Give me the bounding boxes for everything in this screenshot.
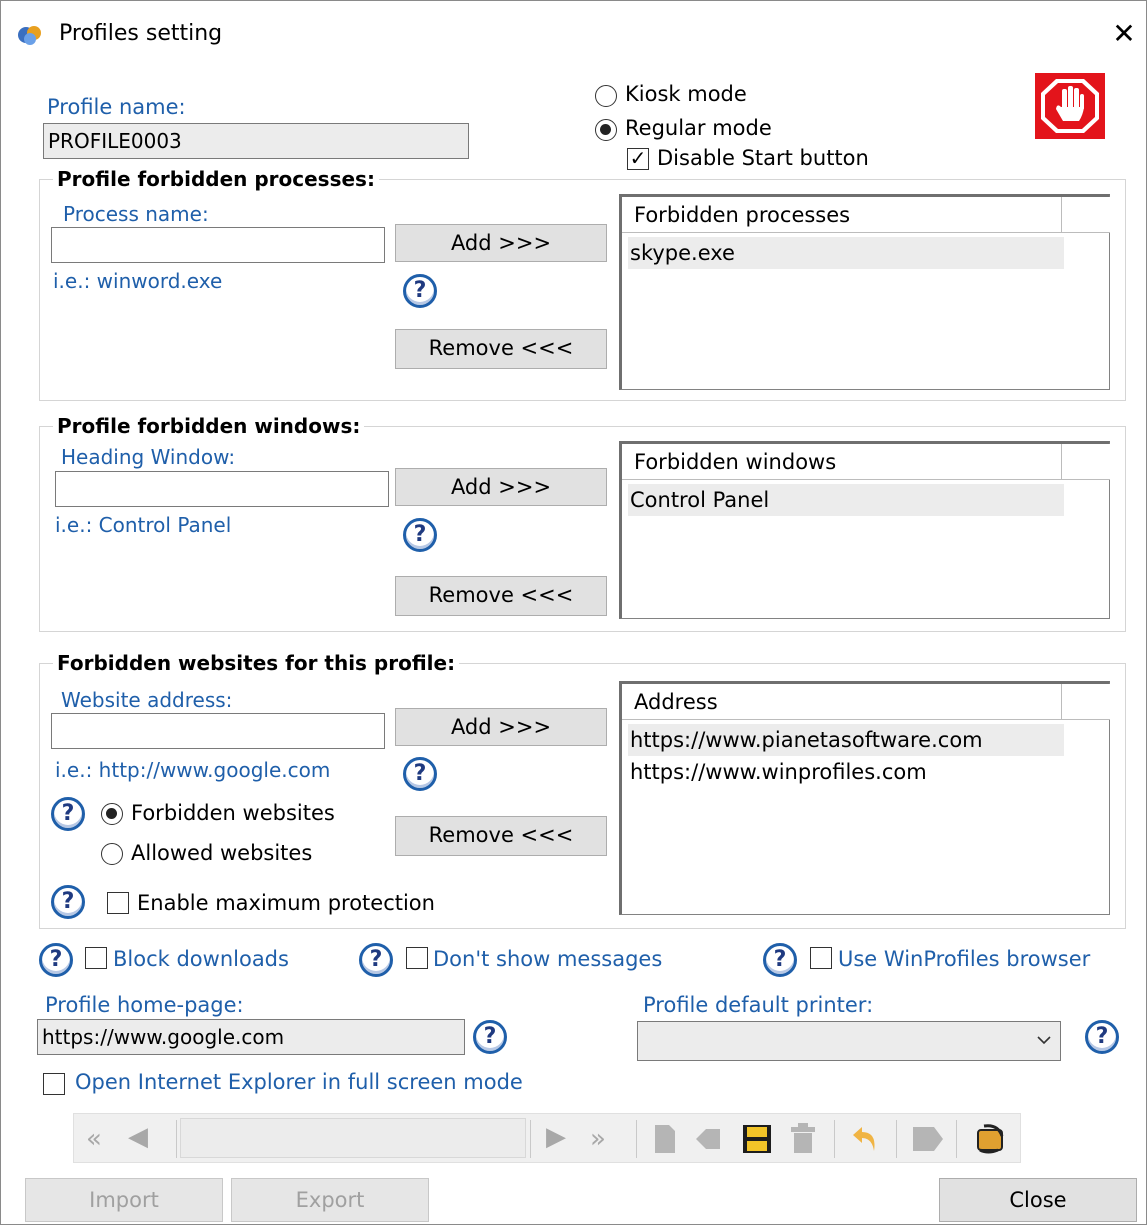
remove-window-button[interactable]: Remove <<< [395, 576, 607, 616]
list-item[interactable]: skype.exe [628, 237, 1064, 269]
process-example-text: i.e.: winword.exe [53, 269, 223, 293]
separator [834, 1120, 835, 1158]
list-header[interactable]: Address [622, 684, 1110, 720]
first-record-icon[interactable]: « [86, 1124, 102, 1154]
home-page-value: https://www.google.com [42, 1025, 285, 1049]
delete-record-icon[interactable] [790, 1122, 816, 1159]
max-protection-help-icon[interactable]: ? [51, 885, 85, 919]
add-process-button[interactable]: Add >>> [395, 224, 607, 262]
list-item[interactable]: https://www.winprofiles.com [628, 756, 1064, 788]
refresh-database-icon[interactable] [974, 1122, 1008, 1161]
website-address-label: Website address: [61, 688, 233, 712]
list-header-label: Forbidden windows [622, 444, 1062, 480]
record-navigator: « ◀ ▶ » [73, 1113, 1021, 1163]
window-title: Profiles setting [59, 21, 223, 46]
profiles-setting-dialog: Profiles setting ✕ Profile name: PROFILE… [0, 0, 1147, 1225]
printer-help-icon[interactable]: ? [1085, 1020, 1119, 1054]
websites-help-icon[interactable]: ? [403, 757, 437, 791]
heading-window-label: Heading Window: [61, 445, 236, 469]
edit-record-icon[interactable] [694, 1126, 722, 1157]
remove-process-button[interactable]: Remove <<< [395, 329, 607, 369]
home-page-field[interactable]: https://www.google.com [37, 1019, 465, 1055]
forbidden-websites-radio[interactable] [101, 803, 123, 825]
profile-name-value: PROFILE0003 [48, 129, 182, 153]
website-mode-help-icon[interactable]: ? [51, 797, 85, 831]
dont-show-messages-checkbox[interactable] [406, 947, 428, 969]
open-ie-fullscreen-label: Open Internet Explorer in full screen mo… [75, 1070, 523, 1094]
printer-label: Profile default printer: [643, 993, 874, 1017]
separator [896, 1120, 897, 1158]
regular-mode-radio[interactable] [595, 119, 617, 141]
website-example-text: i.e.: http://www.google.com [55, 758, 331, 782]
block-downloads-label: Block downloads [113, 947, 289, 971]
close-button[interactable]: Close [939, 1178, 1137, 1222]
profile-name-label: Profile name: [47, 95, 186, 119]
separator [956, 1120, 957, 1158]
printer-select[interactable] [637, 1021, 1061, 1061]
allowed-websites-label: Allowed websites [131, 841, 313, 865]
window-example-text: i.e.: Control Panel [55, 513, 232, 537]
use-browser-label: Use WinProfiles browser [838, 947, 1091, 971]
last-record-icon[interactable]: » [590, 1124, 606, 1154]
heading-window-input[interactable] [55, 471, 389, 507]
kiosk-mode-radio[interactable] [595, 85, 617, 107]
prev-record-icon[interactable]: ◀ [128, 1122, 148, 1152]
close-icon[interactable]: ✕ [1109, 19, 1139, 49]
process-name-label: Process name: [63, 202, 209, 226]
list-item[interactable]: Control Panel [628, 484, 1064, 516]
app-icon [17, 23, 43, 47]
use-browser-checkbox[interactable] [810, 947, 832, 969]
windows-group-title: Profile forbidden windows: [53, 414, 365, 438]
block-downloads-help-icon[interactable]: ? [39, 943, 73, 977]
chevron-down-icon[interactable] [1034, 1030, 1054, 1050]
processes-help-icon[interactable]: ? [403, 274, 437, 308]
disable-start-label: Disable Start button [657, 146, 869, 170]
kiosk-mode-label: Kiosk mode [625, 82, 747, 106]
undo-icon[interactable] [850, 1124, 880, 1159]
max-protection-label: Enable maximum protection [137, 891, 435, 915]
list-header[interactable]: Forbidden processes [622, 197, 1110, 233]
process-name-input[interactable] [51, 227, 385, 263]
max-protection-checkbox[interactable] [107, 892, 129, 914]
next-record-icon[interactable]: ▶ [546, 1122, 566, 1152]
processes-group-title: Profile forbidden processes: [53, 167, 379, 191]
dont-show-messages-help-icon[interactable]: ? [359, 943, 393, 977]
dont-show-messages-label: Don't show messages [433, 947, 663, 971]
post-record-icon[interactable] [912, 1126, 944, 1157]
list-header-label: Forbidden processes [622, 197, 1062, 233]
open-ie-fullscreen-checkbox[interactable] [43, 1073, 65, 1095]
regular-mode-label: Regular mode [625, 116, 772, 140]
list-header-label: Address [622, 684, 1062, 720]
stop-hand-icon [1035, 73, 1105, 139]
remove-website-button[interactable]: Remove <<< [395, 816, 607, 856]
add-window-button[interactable]: Add >>> [395, 468, 607, 506]
add-website-button[interactable]: Add >>> [395, 708, 607, 746]
home-page-help-icon[interactable]: ? [473, 1020, 507, 1054]
new-record-icon[interactable] [654, 1124, 676, 1159]
profile-name-field[interactable]: PROFILE0003 [43, 123, 469, 159]
forbidden-websites-label: Forbidden websites [131, 801, 335, 825]
import-button[interactable]: Import [25, 1178, 223, 1222]
forbidden-windows-list[interactable]: Forbidden windows Control Panel [619, 441, 1110, 619]
forbidden-processes-list[interactable]: Forbidden processes skype.exe [619, 194, 1110, 390]
list-header[interactable]: Forbidden windows [622, 444, 1110, 480]
website-address-list[interactable]: Address https://www.pianetasoftware.com … [619, 681, 1110, 915]
website-address-input[interactable] [51, 713, 385, 749]
use-browser-help-icon[interactable]: ? [763, 943, 797, 977]
disable-start-checkbox[interactable]: ✓ [627, 148, 649, 170]
save-record-icon[interactable] [742, 1124, 772, 1159]
record-position-bar[interactable] [180, 1118, 526, 1158]
block-downloads-checkbox[interactable] [85, 947, 107, 969]
export-button[interactable]: Export [231, 1178, 429, 1222]
list-item[interactable]: https://www.pianetasoftware.com [628, 724, 1064, 756]
separator [636, 1120, 637, 1158]
separator [176, 1120, 177, 1158]
websites-group-title: Forbidden websites for this profile: [53, 651, 460, 675]
allowed-websites-radio[interactable] [101, 843, 123, 865]
windows-help-icon[interactable]: ? [403, 518, 437, 552]
home-page-label: Profile home-page: [45, 993, 244, 1017]
separator [530, 1120, 531, 1158]
